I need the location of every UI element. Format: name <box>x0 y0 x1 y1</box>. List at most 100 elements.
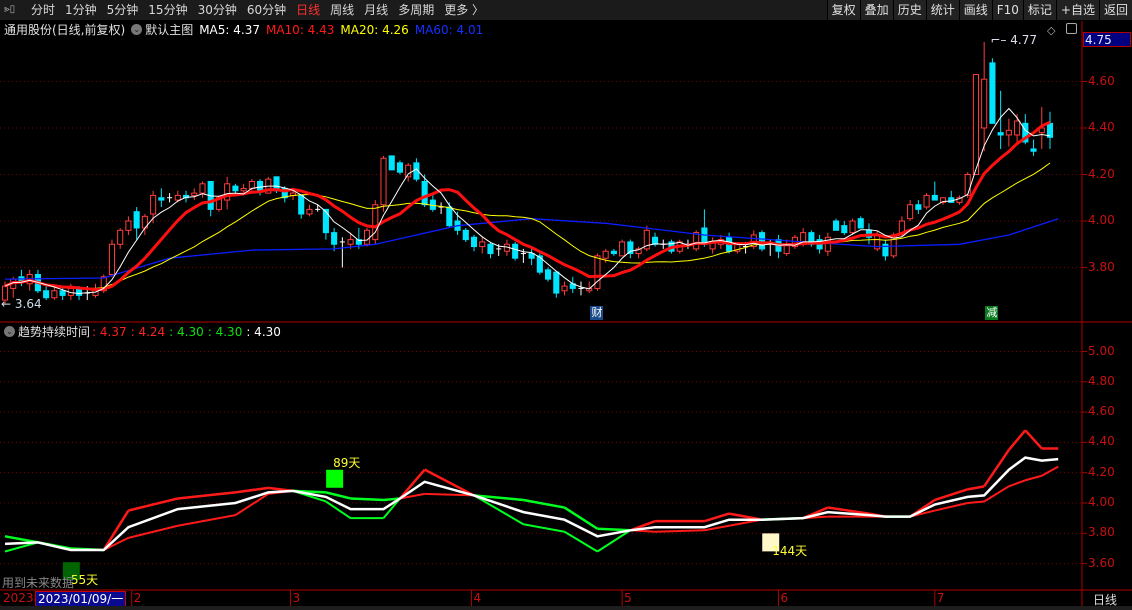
indicator-lower-segment <box>655 529 705 533</box>
indicator-tick-label: 5.00 <box>1088 343 1115 358</box>
indicator-lower-segment <box>177 514 236 527</box>
candle-down <box>446 206 453 227</box>
bottom-strip <box>0 606 1132 610</box>
candle-up <box>1014 120 1021 136</box>
candle-down <box>462 229 469 241</box>
candle-up <box>693 232 700 250</box>
candle-down <box>553 271 560 294</box>
candle-down <box>421 180 428 206</box>
event-marker-1: 减 <box>985 306 999 320</box>
candle-down <box>841 225 848 234</box>
indicator-upper-segment <box>523 498 565 509</box>
candle-down <box>931 194 938 201</box>
candle-up <box>923 194 930 208</box>
candle-up <box>619 241 626 257</box>
candle-up <box>306 208 313 215</box>
candle-up <box>191 192 198 196</box>
candle-up <box>380 157 387 206</box>
candle-down <box>833 220 840 231</box>
candle-up <box>347 239 354 245</box>
price-tick-label: 4.00 <box>1088 213 1115 227</box>
candle-up <box>150 194 157 215</box>
date-axis: 2023年 2023/01/09/一 234567 <box>0 591 1082 607</box>
cycle-marker-label-0: 55天 <box>70 573 99 588</box>
indicator-upper-segment <box>350 497 384 502</box>
candle-down <box>701 227 708 245</box>
month-label: 2 <box>133 591 142 605</box>
candle-down <box>1030 148 1037 152</box>
candle-up <box>199 183 206 194</box>
selected-date: 2023/01/09/一 <box>35 591 127 607</box>
candle-up <box>981 78 988 129</box>
candle-down <box>528 253 535 259</box>
candle-down <box>857 218 864 229</box>
candle-up <box>849 220 856 234</box>
candle-up <box>405 164 412 178</box>
event-marker-0: 财 <box>590 306 604 320</box>
indicator-upper-segment <box>128 497 179 512</box>
candle-down <box>545 269 552 280</box>
candle-down <box>989 62 996 124</box>
candle-up <box>907 204 914 220</box>
indicator-upper-segment <box>563 506 599 530</box>
candle-up <box>1005 129 1012 136</box>
indicator-lower-segment <box>1041 465 1059 477</box>
candle-up <box>117 229 124 245</box>
indicator-upper-segment <box>424 468 475 497</box>
candle-down <box>997 132 1004 136</box>
cycle-marker-label-1: 89天 <box>333 455 361 470</box>
month-label: 4 <box>473 591 482 605</box>
indicator-upper-segment <box>1024 429 1043 450</box>
candle-up <box>561 285 568 292</box>
future-data-warning: 用到未来数据 <box>2 576 75 590</box>
candle-down <box>322 208 329 234</box>
month-label: 3 <box>292 591 301 605</box>
chart-canvas[interactable] <box>0 0 1132 610</box>
ma20-line <box>4 162 1051 289</box>
candle-up <box>125 220 132 231</box>
candle-up <box>240 187 247 192</box>
candle-up <box>363 229 371 245</box>
high-price-marker: ⌐– 4.77 <box>990 32 1037 47</box>
candle-down <box>388 155 395 171</box>
candle-down <box>59 290 66 296</box>
price-tick-label: 4.60 <box>1088 73 1115 88</box>
candle-down <box>158 197 165 201</box>
indicator-lower-segment <box>523 523 565 533</box>
indicator-upper-segment <box>235 486 269 494</box>
candle-up <box>51 290 58 299</box>
indicator-tick-label: 4.20 <box>1088 464 1115 479</box>
indicator-upper-segment <box>177 491 236 500</box>
low-price-marker: ← 3.64 <box>1 296 42 311</box>
indicator-lower-segment <box>128 524 179 539</box>
candle-up <box>972 74 979 175</box>
month-label: 7 <box>936 591 945 605</box>
candle-down <box>232 185 239 192</box>
month-label: 5 <box>624 591 632 605</box>
indicator-tick-label: 3.80 <box>1088 525 1115 540</box>
candle-down <box>43 290 50 299</box>
candle-up <box>964 174 971 196</box>
candle-up <box>174 194 181 201</box>
candle-down <box>331 232 338 245</box>
candle-down <box>610 250 617 255</box>
candle-down <box>133 211 140 229</box>
candle-down <box>298 194 305 215</box>
candle-up <box>248 180 255 189</box>
indicator-tick-label: 4.00 <box>1088 495 1115 509</box>
cycle-marker-box <box>326 469 344 488</box>
indicator-lower-segment <box>1008 479 1026 488</box>
indicator-tick-label: 3.60 <box>1088 555 1115 570</box>
month-label: 6 <box>780 591 789 605</box>
candle-up <box>479 241 486 248</box>
price-tick-label: 4.20 <box>1088 166 1115 181</box>
indicator-lower-segment <box>967 500 985 504</box>
candle-down <box>257 180 264 192</box>
indicator-tick-label: 4.80 <box>1088 373 1115 388</box>
candle-down <box>470 236 478 248</box>
indicator-lower-segment <box>983 485 1010 503</box>
indicator-upper-segment <box>1007 429 1027 451</box>
candle-up <box>108 243 116 275</box>
candle-down <box>512 243 519 259</box>
candle-down <box>651 236 659 245</box>
